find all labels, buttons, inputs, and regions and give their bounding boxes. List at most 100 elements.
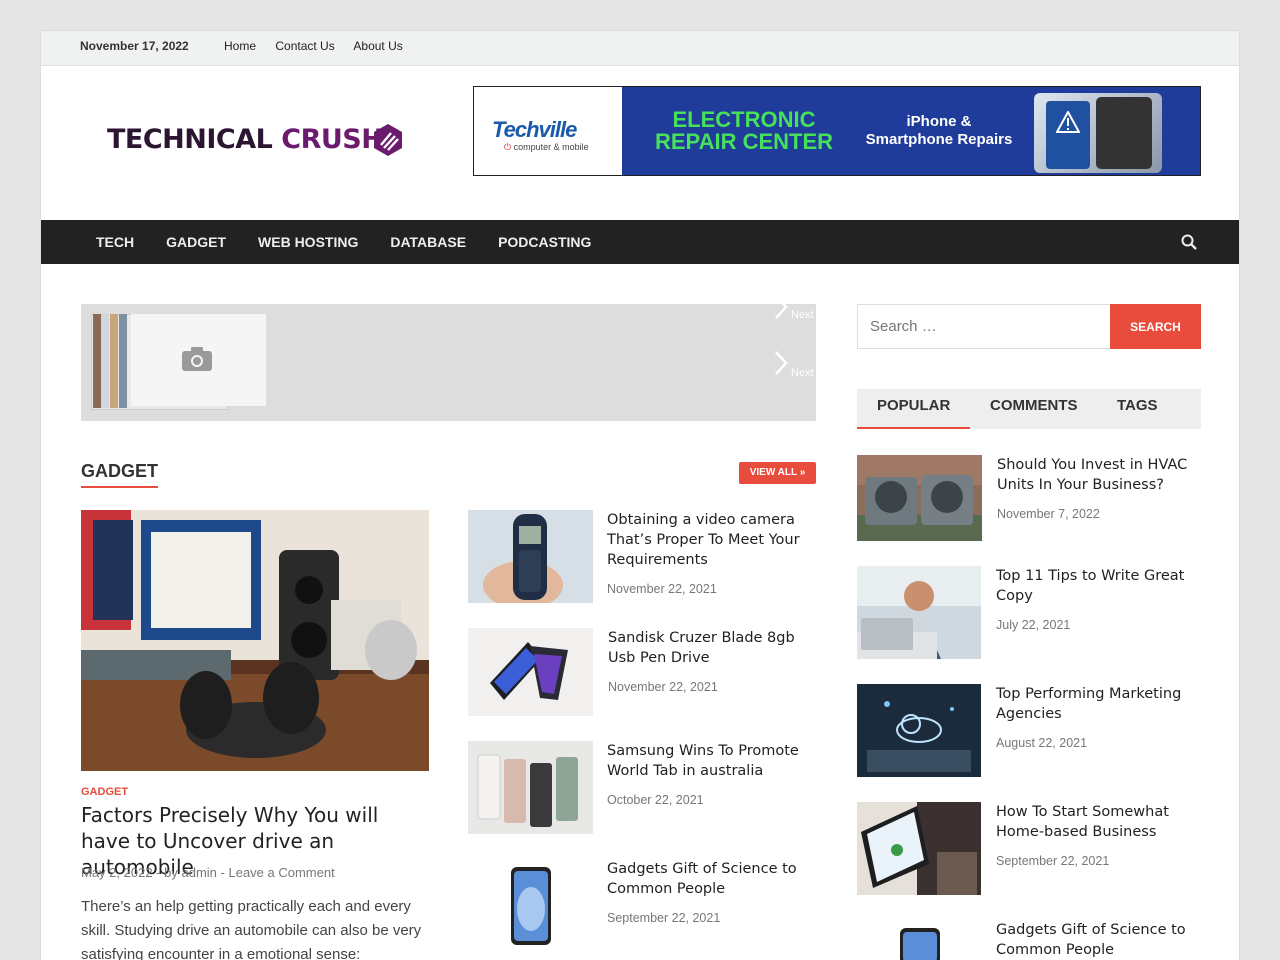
nav-items: TECH GADGET WEB HOSTING DATABASE PODCASTING (80, 220, 607, 264)
power-icon: ⏻ (504, 142, 512, 152)
featured-post-image[interactable] (81, 510, 429, 771)
banner-tagline-wrap: ⏻ computer & mobile (504, 142, 589, 153)
post-date[interactable]: October 22, 2021 (607, 793, 704, 807)
tab-popular[interactable]: POPULAR (857, 389, 971, 429)
post-date[interactable]: November 7, 2022 (997, 507, 1100, 521)
header-ad-banner[interactable]: Techville ⏻ computer & mobile ELECTRONIC… (473, 86, 1201, 176)
search-field[interactable] (857, 304, 1111, 349)
post-title[interactable]: Samsung Wins To Promote World Tab in aus… (607, 741, 817, 781)
post-date[interactable]: August 22, 2021 (996, 736, 1087, 750)
banner-brand: Techville (492, 117, 577, 142)
nav-item-tech[interactable]: TECH (80, 220, 150, 264)
banner-brand-block: Techville ⏻ computer & mobile (474, 87, 622, 175)
list-item[interactable]: Obtaining a video camera That’s Proper T… (468, 510, 818, 603)
man-with-laptop-photo (857, 566, 981, 659)
post-thumbnail[interactable] (857, 566, 981, 659)
list-item[interactable]: Top 11 Tips to Write Great Copy July 22,… (857, 566, 1201, 659)
nav-item-podcasting[interactable]: PODCASTING (482, 220, 607, 264)
list-item[interactable]: Samsung Wins To Promote World Tab in aus… (468, 741, 818, 834)
foldable-phone-photo (468, 628, 593, 716)
camera-icon (182, 347, 212, 371)
post-thumbnail[interactable] (468, 510, 593, 603)
samsung-phones-photo (468, 741, 593, 834)
current-date: November 17, 2022 (80, 39, 189, 53)
post-thumbnail[interactable] (857, 802, 981, 895)
search-icon[interactable] (1181, 234, 1197, 250)
cloud-computing-photo (857, 684, 981, 777)
smartphone-photo (857, 920, 981, 960)
nav-item-web-hosting[interactable]: WEB HOSTING (242, 220, 374, 264)
top-bar: November 17, 2022 Home Contact Us About … (41, 31, 1239, 66)
post-thumbnail[interactable] (468, 628, 593, 716)
top-links: Home Contact Us About Us (224, 39, 419, 53)
post-thumbnail[interactable] (857, 684, 981, 777)
phone-screen-cracked (1096, 97, 1152, 169)
contact-us-laptop-photo (857, 802, 981, 895)
search-input[interactable] (858, 305, 1110, 348)
chevron-right-icon[interactable] (773, 304, 789, 320)
search-button[interactable]: SEARCH (1110, 304, 1201, 349)
list-item[interactable]: Should You Invest in HVAC Units In Your … (857, 455, 1201, 541)
top-link-home[interactable]: Home (224, 39, 256, 53)
slider-next-label[interactable]: Next (791, 309, 814, 321)
view-all-button[interactable]: VIEW ALL » (739, 462, 816, 484)
post-thumbnail[interactable] (468, 741, 593, 834)
post-thumbnail[interactable] (468, 859, 593, 952)
slider-strip (93, 314, 101, 408)
main-nav: TECH GADGET WEB HOSTING DATABASE PODCASTING (41, 220, 1239, 264)
nav-item-gadget[interactable]: GADGET (150, 220, 242, 264)
post-title[interactable]: Top 11 Tips to Write Great Copy (996, 566, 1201, 606)
banner-sub-b: Smartphone Repairs (865, 131, 1013, 148)
slider-strip (101, 314, 109, 408)
slider-strip (119, 314, 127, 408)
banner-headline-b: REPAIR CENTER (654, 129, 834, 154)
list-item[interactable]: Sandisk Cruzer Blade 8gb Usb Pen Drive N… (468, 628, 818, 716)
banner-sub: iPhone & Smartphone Repairs (864, 113, 1014, 149)
post-date[interactable]: November 22, 2021 (607, 582, 717, 596)
list-item[interactable]: Gadgets Gift of Science to Common People (857, 920, 1201, 960)
post-thumbnail[interactable] (857, 455, 982, 541)
page-wrapper: November 17, 2022 Home Contact Us About … (40, 30, 1240, 960)
featured-post-excerpt: There’s an help getting practically each… (81, 898, 422, 960)
tab-tags[interactable]: TAGS (1117, 389, 1158, 429)
featured-post-date[interactable]: May 2, 2022 (81, 865, 153, 880)
list-item[interactable]: Top Performing Marketing Agencies August… (857, 684, 1201, 777)
top-link-contact[interactable]: Contact Us (275, 39, 334, 53)
post-date[interactable]: September 22, 2021 (607, 911, 720, 925)
post-title[interactable]: Obtaining a video camera That’s Proper T… (607, 510, 817, 570)
site-logo[interactable]: TECHNICAL CRUSH (107, 121, 407, 161)
banner-phone-image (1034, 93, 1162, 173)
featured-post-meta: May 2, 2022 - by admin - Leave a Comment (81, 865, 335, 880)
post-title[interactable]: Gadgets Gift of Science to Common People (996, 920, 1201, 960)
banner-headline: ELECTRONIC REPAIR CENTER (644, 109, 844, 153)
list-item[interactable]: Gadgets Gift of Science to Common People… (468, 859, 818, 952)
post-date[interactable]: November 22, 2021 (608, 680, 718, 694)
headphones-photo (81, 510, 429, 771)
meta-separator: - (220, 865, 225, 880)
featured-post-author[interactable]: by admin (164, 865, 217, 880)
top-link-about[interactable]: About Us (353, 39, 402, 53)
post-title[interactable]: Gadgets Gift of Science to Common People (607, 859, 817, 899)
post-date[interactable]: July 22, 2021 (996, 618, 1070, 632)
nokia-phone-photo (468, 510, 593, 603)
featured-post-category[interactable]: GADGET (81, 786, 128, 798)
post-title[interactable]: Top Performing Marketing Agencies (996, 684, 1201, 724)
slider-next-label[interactable]: Next (791, 367, 814, 379)
featured-slider[interactable]: Next Next (81, 304, 816, 421)
featured-post-comment-link[interactable]: Leave a Comment (228, 865, 334, 880)
nav-item-database[interactable]: DATABASE (374, 220, 482, 264)
post-title[interactable]: Should You Invest in HVAC Units In Your … (997, 455, 1202, 495)
warning-icon (1056, 111, 1080, 133)
banner-tagline: computer & mobile (513, 142, 589, 152)
post-thumbnail[interactable] (857, 920, 981, 960)
post-title[interactable]: How To Start Somewhat Home-based Busines… (996, 802, 1201, 842)
post-date[interactable]: September 22, 2021 (996, 854, 1109, 868)
tab-comments[interactable]: COMMENTS (990, 389, 1078, 429)
smartphone-photo (468, 859, 593, 952)
chevron-right-icon[interactable] (773, 350, 789, 376)
logo-text-crush: CRUSH (281, 124, 384, 155)
banner-sub-a: iPhone & (906, 113, 972, 130)
list-item[interactable]: How To Start Somewhat Home-based Busines… (857, 802, 1201, 895)
logo-mark-icon (374, 124, 402, 156)
post-title[interactable]: Sandisk Cruzer Blade 8gb Usb Pen Drive (608, 628, 818, 668)
